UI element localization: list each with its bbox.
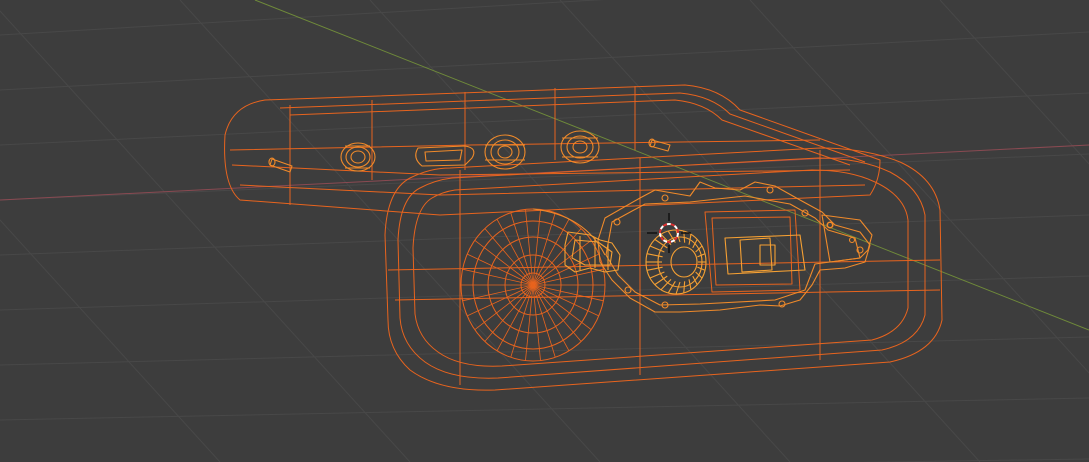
gear-tooth [695,271,703,279]
grid-line [369,0,791,462]
gear-tooth [646,266,663,271]
wheel-spoke [532,284,599,317]
wheel-spoke [467,253,534,286]
floor-grid [0,0,1089,462]
gear-tooth [667,281,676,294]
grid-line [749,0,1089,374]
wheel-spoke [532,253,599,286]
gear-tooth [646,253,663,258]
grid-line [0,336,1089,366]
enclosure-front[interactable] [384,147,943,391]
wheel-spoke [467,284,534,317]
drive-wheel[interactable] [460,208,606,362]
gear-tooth [692,275,698,285]
wheel-spoke [532,228,582,286]
wheel-spoke [484,228,534,286]
gear-tooth [683,281,686,293]
wheel-spoke [484,284,534,342]
grid-line [0,92,1089,146]
battery-holder[interactable] [704,209,806,293]
gear-tooth [675,281,681,295]
gear-tooth [695,245,703,253]
selected-model[interactable] [224,84,943,391]
gear-tooth [692,239,698,249]
rear-knob-left[interactable] [340,142,376,172]
grid-line [0,31,1089,91]
cylinder-connector[interactable] [484,134,526,170]
viewport-canvas[interactable] [0,0,1089,462]
3d-viewport[interactable] [0,0,1089,462]
grid-line [0,10,411,462]
grid-line [939,0,1089,165]
grid-line [559,0,981,462]
screw-left[interactable] [268,157,293,173]
wheel-spoke [532,284,582,342]
rear-knob-right[interactable] [560,130,600,164]
y-axis-line [254,0,1089,331]
screw-right[interactable] [648,138,671,152]
grid-line [0,219,221,462]
grid-line [0,0,605,36]
